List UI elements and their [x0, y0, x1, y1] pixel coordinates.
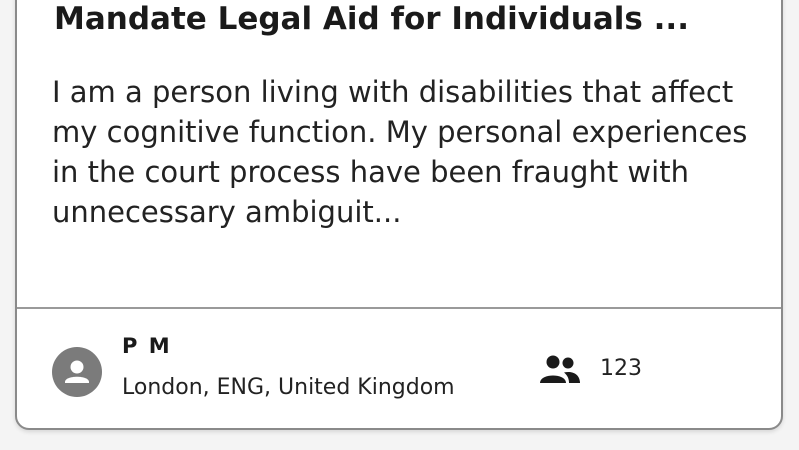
author-location: London, ENG, United Kingdom: [122, 375, 455, 400]
petition-title[interactable]: Mandate Legal Aid for Individuals ...: [54, 2, 774, 36]
author-avatar: [52, 347, 102, 397]
card-divider: [17, 307, 781, 309]
petition-description: I am a person living with disabilities t…: [52, 75, 748, 229]
person-icon: [65, 360, 89, 383]
supporter-count: 123: [600, 356, 642, 381]
petition-card[interactable]: Mandate Legal Aid for Individuals ... I …: [15, 0, 783, 430]
people-icon: [540, 355, 580, 383]
author-name: P M: [122, 334, 172, 358]
